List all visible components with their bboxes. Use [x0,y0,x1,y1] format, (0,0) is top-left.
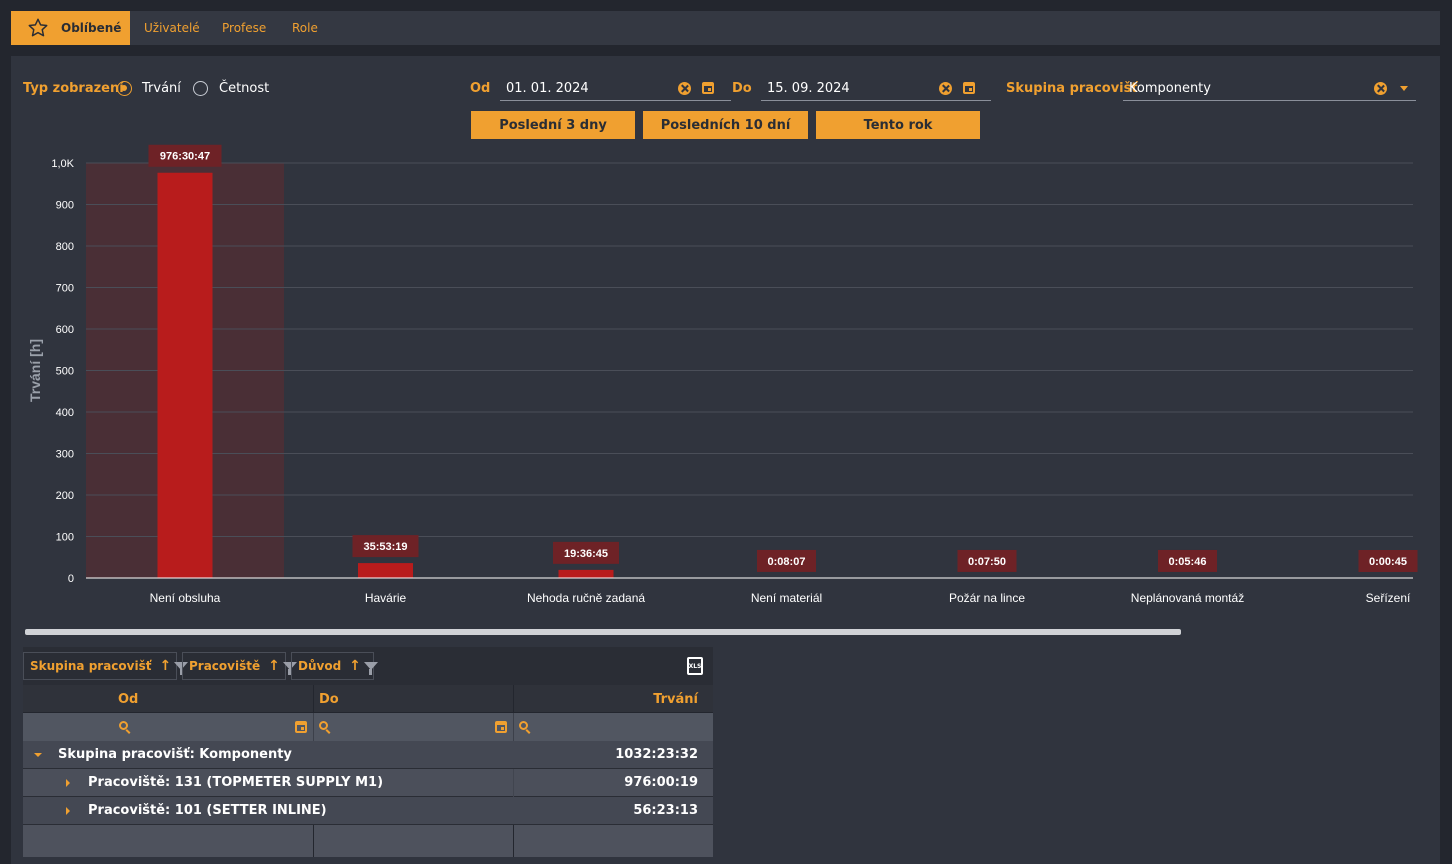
data-label: 976:30:47 [160,151,210,163]
collapse-arrow-icon[interactable] [66,779,70,787]
grid-header: Od Do Trvání [23,685,713,713]
group-row[interactable]: Skupina pracovišť: Komponenty 1032:23:32 [23,741,713,769]
tab-label: Role [292,21,318,35]
data-label: 0:07:50 [968,556,1006,568]
y-tick-label: 800 [56,241,74,253]
y-tick-label: 400 [56,407,74,419]
x-category-label: Požár na lince [949,591,1025,605]
group-row-value: 1032:23:32 [615,747,698,762]
subgroup-row[interactable]: Pracoviště: 131 (TOPMETER SUPPLY M1) 976… [23,769,713,797]
sort-asc-icon[interactable]: ↑ [268,658,280,674]
y-tick-label: 100 [56,532,74,544]
data-label: 35:53:19 [363,541,407,553]
tab-users[interactable]: Uživatelé [144,11,200,45]
bar [358,563,413,578]
y-tick-label: 700 [56,283,74,295]
group-row-label: Skupina pracovišť: Komponenty [58,747,292,762]
tab-roles[interactable]: Role [292,11,318,45]
bar [157,172,213,578]
x-category-label: Havárie [365,591,407,605]
data-grid: Skupina pracovišť ↑ Pracoviště ↑ Důvod ↑… [23,647,713,857]
chart-horizontal-scrollbar[interactable] [25,629,1181,635]
subgroup-row-value: 976:00:19 [624,775,698,790]
tab-label: Oblíbené [61,21,122,35]
x-category-label: Nehoda ručně zadaná [527,591,645,605]
sort-asc-icon[interactable]: ↑ [159,658,171,674]
y-tick-label: 600 [56,324,74,336]
y-tick-label: 900 [56,200,74,212]
group-chip-workplace-group[interactable]: Skupina pracovišť ↑ [23,652,189,680]
grid-group-toolbar: Skupina pracovišť ↑ Pracoviště ↑ Důvod ↑… [23,647,713,685]
subgroup-row-label: Pracoviště: 101 (SETTER INLINE) [88,803,327,818]
column-header-from[interactable]: Od [118,685,138,713]
data-label: 0:05:46 [1169,556,1207,568]
data-label: 19:36:45 [564,548,608,560]
column-divider [313,685,314,713]
subgroup-row-label: Pracoviště: 131 (TOPMETER SUPPLY M1) [88,775,384,790]
x-category-label: Není materiál [751,591,822,605]
y-axis-label: Trvání [h] [27,339,43,402]
group-chip-workplace[interactable]: Pracoviště ↑ [182,652,297,680]
calendar-icon[interactable] [495,721,507,733]
column-header-duration[interactable]: Trvání [653,685,698,713]
data-label: 0:08:07 [768,556,806,568]
column-divider [513,825,514,857]
search-icon[interactable] [119,721,128,730]
empty-row [23,825,713,857]
x-category-label: Není obsluha [150,591,221,605]
column-divider [513,769,514,797]
y-tick-label: 300 [56,449,74,461]
group-chip-label: Důvod [298,659,342,673]
y-tick-label: 500 [56,366,74,378]
group-chip-label: Skupina pracovišť [30,659,152,673]
top-tab-bar: Oblíbené Uživatelé Profese Role [11,11,1440,45]
group-chip-label: Pracoviště [189,659,261,673]
y-tick-label: 200 [56,490,74,502]
column-divider [513,685,514,713]
collapse-arrow-icon[interactable] [66,807,70,815]
x-category-label: Seřízení [1366,591,1411,605]
y-tick-label: 0 [68,573,74,585]
subgroup-row[interactable]: Pracoviště: 101 (SETTER INLINE) 56:23:13 [23,797,713,825]
search-icon[interactable] [519,721,528,730]
column-divider [313,713,314,741]
tab-label: Uživatelé [144,21,200,35]
y-tick-label: 1,0K [51,158,74,170]
main-panel: Typ zobrazení Trvání Četnost Od 01. 01. … [11,56,1440,864]
tab-favorites[interactable]: Oblíbené [11,11,130,45]
bar [558,569,614,578]
grid-filter-row [23,713,713,741]
x-category-label: Neplánovaná montáž [1131,591,1244,605]
filter-icon[interactable] [363,662,378,675]
duration-bar-chart: 0 100 200 300 400 500 600 700 800 900 1,0K Trvání [… [27,144,1418,605]
calendar-icon[interactable] [295,721,307,733]
subgroup-row-value: 56:23:13 [633,803,698,818]
data-label: 0:00:45 [1369,556,1407,568]
expand-arrow-icon[interactable] [34,753,42,757]
group-chip-reason[interactable]: Důvod ↑ [291,652,378,680]
column-header-to[interactable]: Do [319,685,339,713]
tab-label: Profese [222,21,267,35]
column-divider [513,713,514,741]
star-icon [27,17,49,39]
column-divider [313,825,314,857]
sort-asc-icon[interactable]: ↑ [349,658,361,674]
search-icon[interactable] [319,721,328,730]
tab-professions[interactable]: Profese [222,11,266,45]
export-xlsx-icon[interactable]: XLS [687,657,703,675]
